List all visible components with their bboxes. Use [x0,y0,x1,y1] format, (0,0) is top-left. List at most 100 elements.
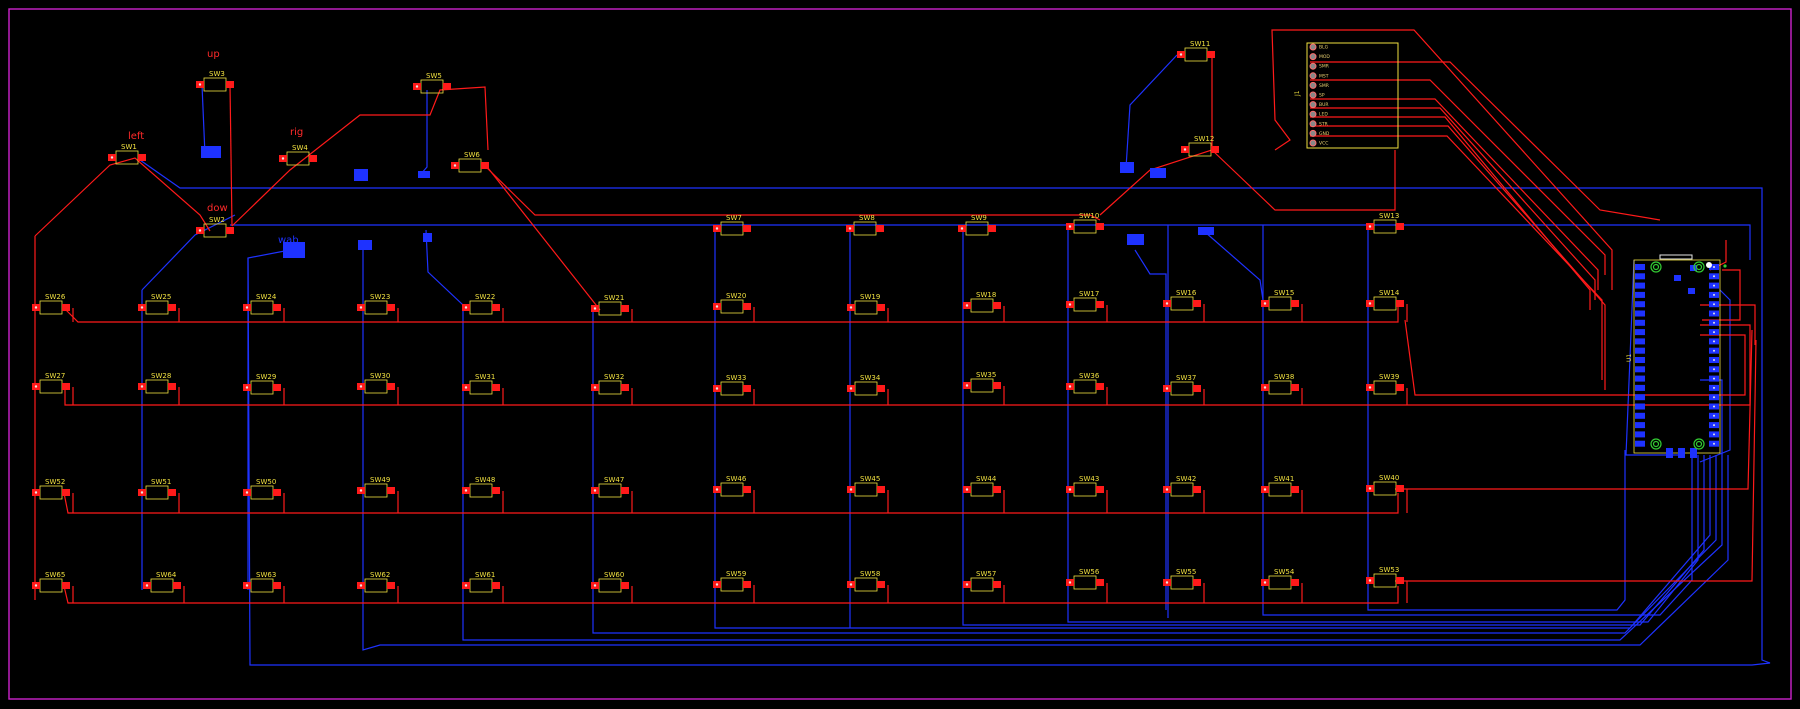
switch-footprint: SW27 [32,372,70,394]
switch-pad-2 [387,487,395,494]
switch-label: SW55 [1176,568,1196,576]
switch-pad-2 [273,384,281,391]
header-pin [1309,129,1317,137]
switch-label: SW10 [1079,212,1099,220]
switch-footprint: SW60 [591,571,629,593]
switch-label: SW62 [370,571,390,579]
bottom-trace [714,225,1711,629]
switch-pad-2 [621,582,629,589]
switch-footprint: SW5 [413,72,451,94]
switch-footprint: SW46 [713,475,751,497]
switch-label: SW52 [45,478,65,486]
switch-pad-2 [481,162,489,169]
label-up: up [207,49,220,60]
header-pin-label: GND [1319,131,1330,137]
switch-footprint: SW57 [963,570,1001,592]
switch-footprint: SW12 [1181,135,1219,157]
header-pin [1309,72,1317,80]
switch-pad-2 [168,383,176,390]
top-trace [229,84,233,227]
switch-footprint: SW52 [32,478,70,500]
switch-footprint: SW64 [143,571,181,593]
switch-label: SW50 [256,478,276,486]
header-pin [1309,53,1317,61]
bottom-pad [1120,162,1134,173]
switch-label: SW23 [370,293,390,301]
switch-pad-2 [1291,486,1299,493]
bottom-pad [354,169,368,181]
switch-label: SW31 [475,373,495,381]
header-pin-label: BUR [1319,102,1329,108]
top-trace [1310,125,1606,390]
switch-footprint: SW47 [591,476,629,498]
switch-pad-2 [492,304,500,311]
switch-label: SW29 [256,373,276,381]
header-pin-label: SP [1319,93,1325,99]
bottom-pad [1198,227,1214,235]
top-trace [34,157,211,237]
top-trace [63,305,1399,323]
switch-footprint: SW37 [1163,374,1201,396]
header-pin [1309,43,1317,51]
switch-footprint: SW51 [138,478,176,500]
switch-pad-2 [387,304,395,311]
bottom-pad [423,233,432,242]
top-trace [1310,135,1603,380]
switch-pad-2 [1193,579,1201,586]
header-pin-label: LED [1319,112,1328,118]
switch-footprint: SW28 [138,372,176,394]
bottom-trace [419,90,428,176]
switch-pad-2 [1193,486,1201,493]
header-pin-label: VCC [1319,141,1328,147]
header-pin-label: SMR [1319,83,1329,89]
switch-footprint: SW4 [279,144,317,166]
switch-label: SW54 [1274,568,1295,576]
switch-footprint: SW43 [1066,475,1104,497]
switch-pad-2 [443,83,451,90]
top-trace [63,585,1399,604]
switch-footprint: SW21 [591,294,629,316]
switch-label: SW35 [976,371,996,379]
switch-footprint: SW65 [32,571,70,593]
switch-label: SW9 [971,214,987,222]
switch-pad-2 [173,582,181,589]
header-pin [1309,91,1317,99]
bottom-trace [1134,249,1167,610]
switch-pad-2 [1096,223,1104,230]
switch-footprint: SW2 [196,216,234,238]
switch-label: SW6 [464,151,480,159]
switch-footprint: SW20 [713,292,751,314]
switch-label: SW28 [151,372,171,380]
bottom-pad [1127,234,1144,245]
top-trace [1211,149,1396,211]
switch-label: SW5 [426,72,442,80]
bottom-trace [141,214,236,291]
switch-pad-2 [621,305,629,312]
switch-pad-2 [387,582,395,589]
switch-label: SW21 [604,294,624,302]
switch-footprint: SW53 [1366,566,1404,588]
switch-label: SW19 [860,293,880,301]
switch-pad-2 [492,487,500,494]
switch-label: SW41 [1274,475,1294,483]
switch-pad-2 [743,303,751,310]
switch-pad-2 [1396,300,1404,307]
switch-footprint: SW61 [462,571,500,593]
switch-footprint: SW39 [1366,373,1404,395]
switch-footprint: SW48 [462,476,500,498]
bottom-pad [358,240,372,250]
switch-label: SW13 [1379,212,1399,220]
switch-label: SW44 [976,475,997,483]
controller-pins [1635,264,1719,458]
switch-pad-2 [226,227,234,234]
switch-footprint: SW42 [1163,475,1201,497]
switch-footprint: SW25 [138,293,176,315]
switch-footprint: SW16 [1163,289,1201,311]
header-pin [1309,120,1317,128]
switch-pad-2 [743,385,751,392]
switch-footprint: SW56 [1066,568,1104,590]
switch-label: SW42 [1176,475,1196,483]
top-trace [1310,79,1606,275]
bottom-layer-pads [201,146,1214,258]
switch-pad-2 [993,302,1001,309]
